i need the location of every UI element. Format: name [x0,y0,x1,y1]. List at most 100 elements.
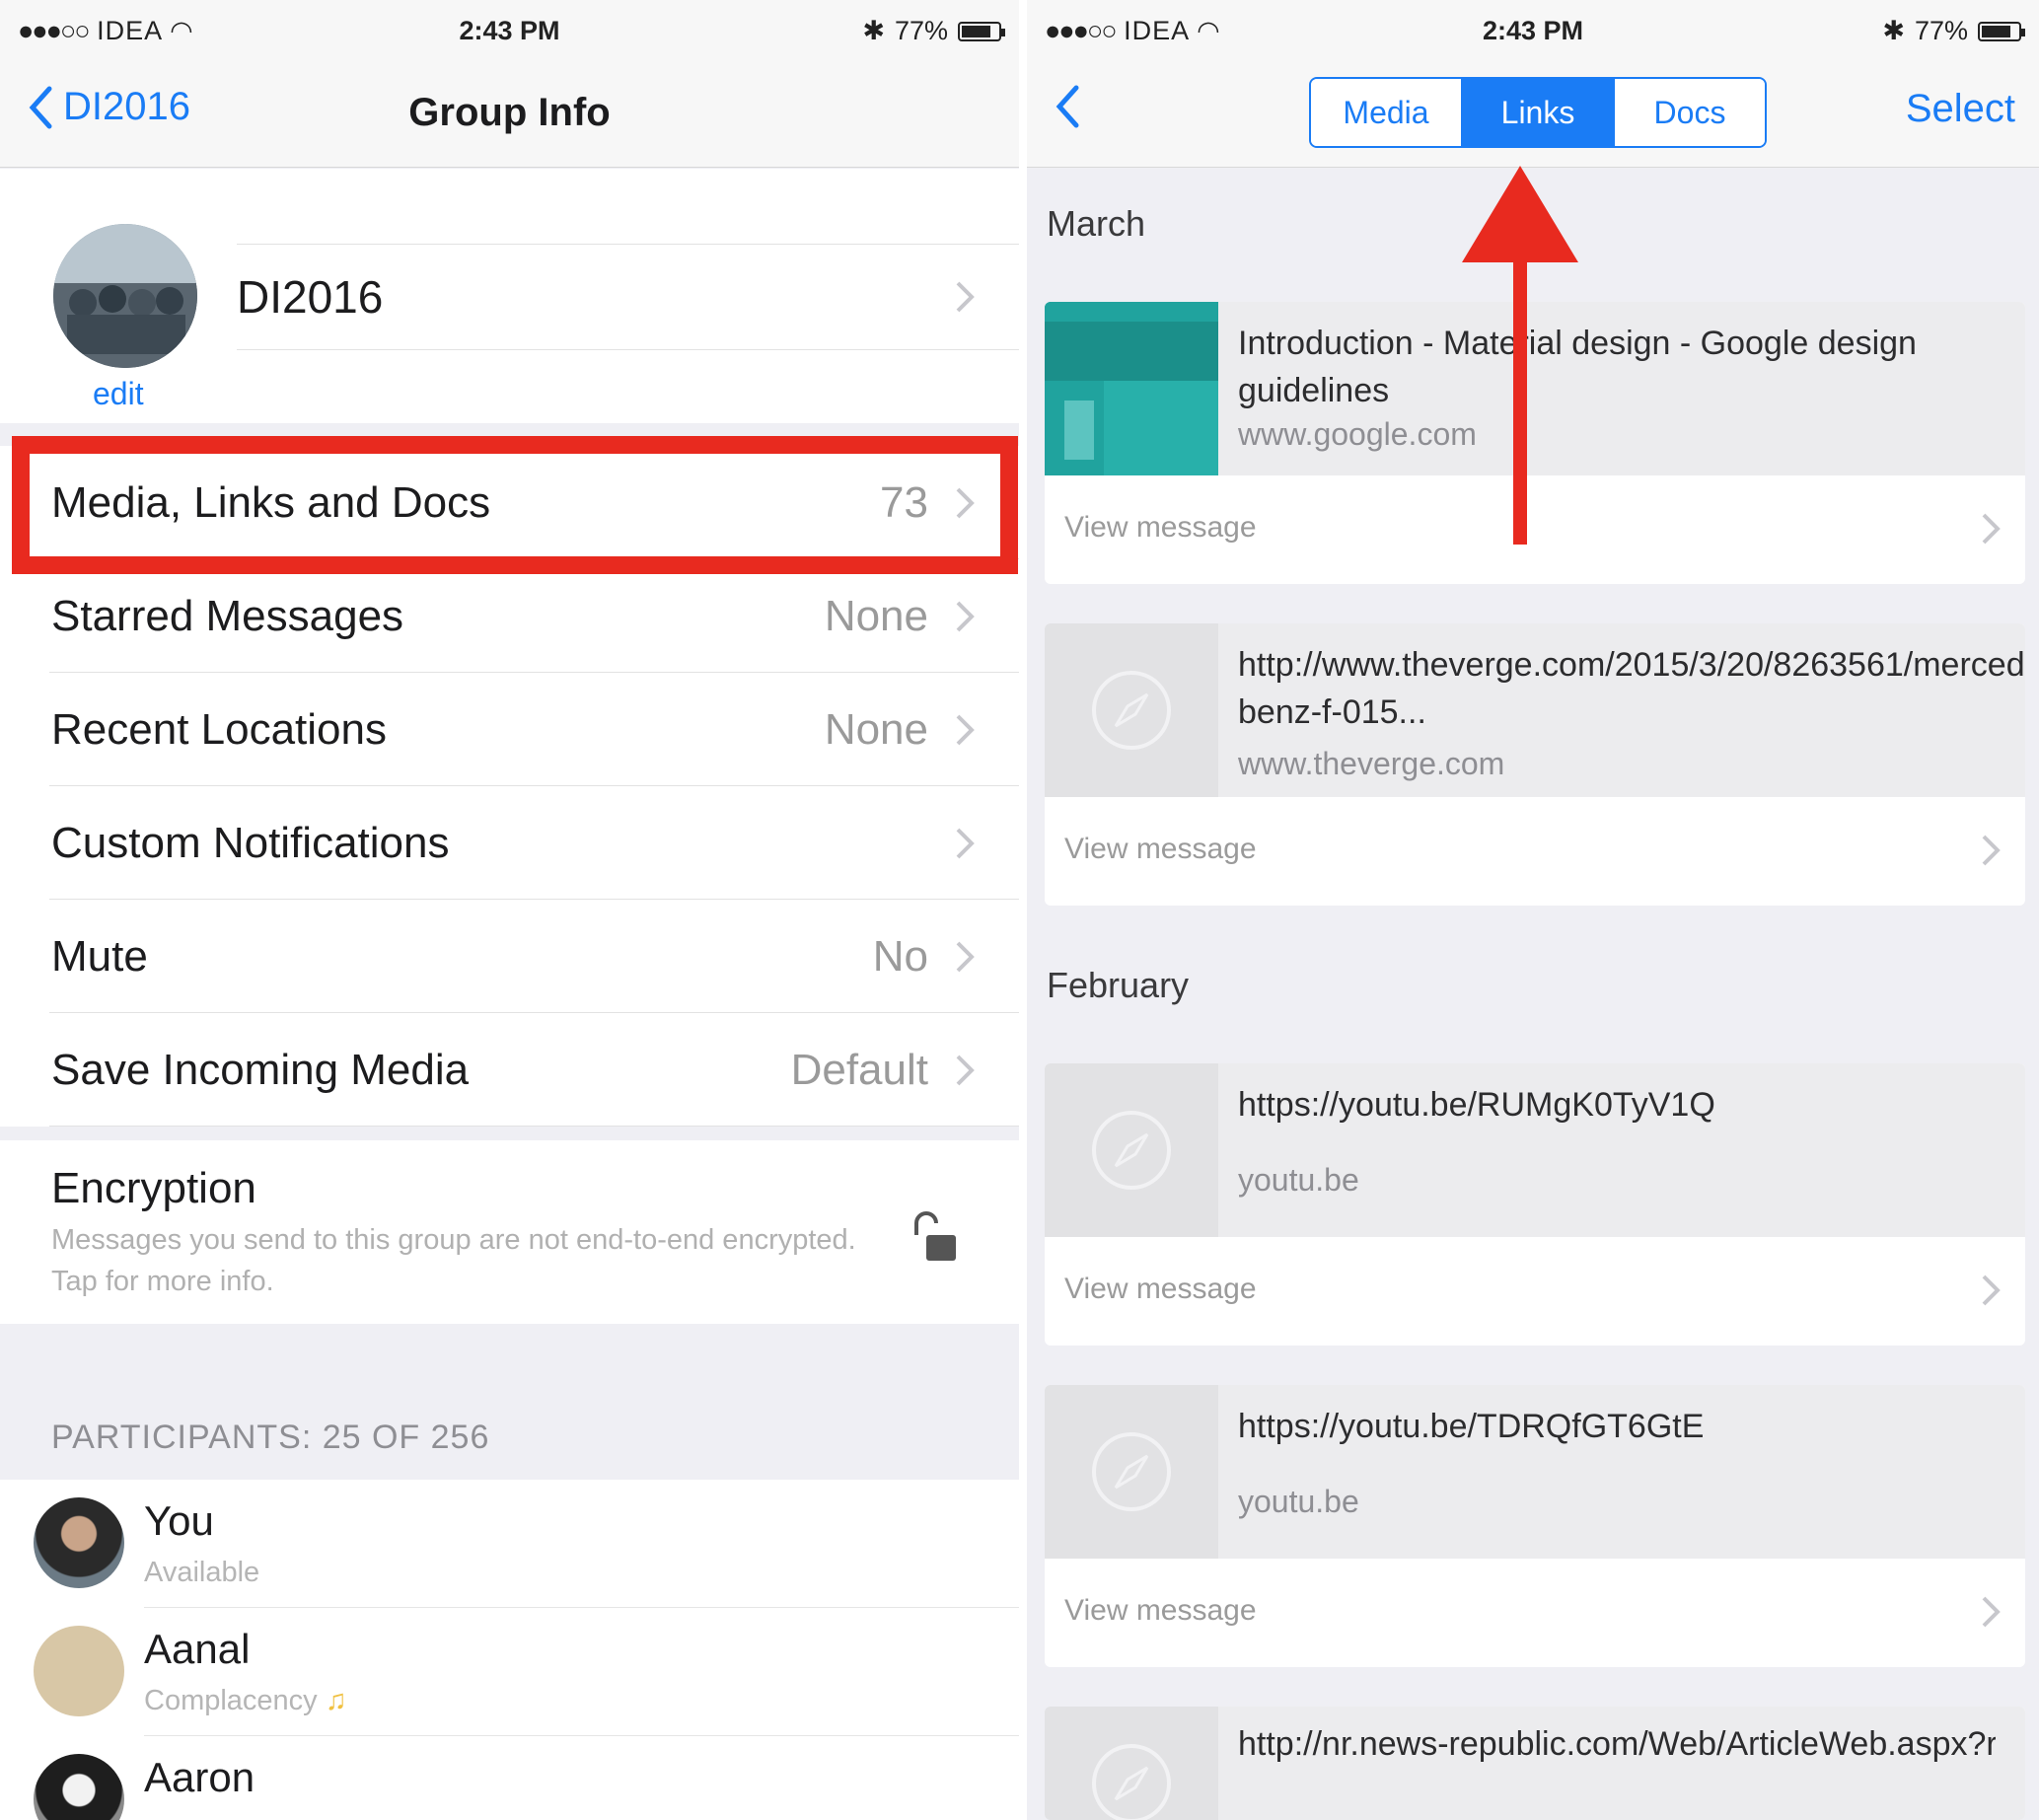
bluetooth-icon: ✱ [1882,16,1905,45]
participant-name: You [144,1497,214,1544]
page-title: Group Info [408,91,611,134]
link-thumbnail [1045,302,1218,475]
lock-open-icon [914,1211,956,1261]
view-message-link[interactable]: View message [1064,833,1257,866]
link-card[interactable]: http://nr.news-republic.com/Web/ArticleW… [1045,1707,2025,1820]
link-thumbnail [1045,1385,1218,1559]
emoji-icon: ♫ [325,1685,347,1716]
compass-icon [1092,671,1171,750]
chevron-right-icon [1982,1274,2001,1306]
nav-bar: DI2016 Group Info [0,63,1019,168]
row-label: Starred Messages [51,591,404,640]
participant-name: Aaron [144,1754,255,1800]
participants-header: PARTICIPANTS: 25 OF 256 [51,1419,490,1456]
group-profile: edit DI2016 [0,169,1019,423]
status-bar: ●●●○○ IDEA ◠ 2:43 PM ✱ 77% [1027,0,2039,63]
group-avatar[interactable] [53,224,197,368]
link-domain: youtu.be [1238,1484,1359,1519]
chevron-right-icon [956,601,975,631]
status-bar: ●●●○○ IDEA ◠ 2:43 PM ✱ 77% [0,0,1019,63]
link-preview[interactable]: http://www.theverge.com/2015/3/20/826356… [1045,623,2025,797]
link-card[interactable]: https://youtu.be/RUMgK0TyV1Q youtu.be Vi… [1045,1063,2025,1346]
nav-bar: Media Links Docs Select [1027,63,2039,168]
link-preview[interactable]: https://youtu.be/TDRQfGT6GtE youtu.be [1045,1385,2025,1559]
encryption-description: Messages you send to this group are not … [51,1224,856,1297]
link-title: https://youtu.be/TDRQfGT6GtE [1238,1408,1705,1445]
link-preview[interactable]: https://youtu.be/RUMgK0TyV1Q youtu.be [1045,1063,2025,1237]
link-domain: www.theverge.com [1238,746,1505,781]
bluetooth-icon: ✱ [862,16,885,45]
row-mute[interactable]: Mute No [0,900,1019,1013]
highlight-box [12,436,1018,574]
battery-percent: 77% [894,16,948,45]
participant-row[interactable]: Aanal Complacency ♫ [0,1608,1019,1736]
row-encryption[interactable]: Encryption Messages you send to this gro… [0,1140,1019,1324]
link-thumbnail [1045,1063,1218,1237]
row-label: Custom Notifications [51,818,450,867]
view-message-link[interactable]: View message [1064,1594,1257,1628]
row-value: Default [790,1045,928,1094]
status-right: ✱ 77% [862,16,1005,46]
link-title: http://nr.news-republic.com/Web/ArticleW… [1238,1725,1996,1763]
link-title: http://www.theverge.com/2015/3/20/826356… [1238,646,2025,731]
chevron-right-icon [956,281,975,313]
row-value: None [824,591,928,640]
chevron-right-icon [1982,513,2001,545]
avatar [34,1497,124,1588]
link-preview[interactable]: http://nr.news-republic.com/Web/ArticleW… [1045,1707,2025,1820]
tab-links[interactable]: Links [1463,79,1615,146]
back-button[interactable] [1055,85,1090,128]
tab-media[interactable]: Media [1311,79,1463,146]
chevron-right-icon [956,828,975,858]
links-screen: ●●●○○ IDEA ◠ 2:43 PM ✱ 77% Media Links D… [1027,0,2039,1820]
battery-icon [1978,21,2025,41]
group-photo [53,224,197,368]
row-label: Mute [51,931,148,981]
group-info-screen: ●●●○○ IDEA ◠ 2:43 PM ✱ 77% DI2016 Group … [0,0,1019,1820]
compass-icon [1092,1432,1171,1511]
chevron-right-icon [956,714,975,745]
avatar [34,1626,124,1716]
compass-icon [1092,1111,1171,1190]
select-button[interactable]: Select [1906,87,2015,131]
chevron-right-icon [956,1055,975,1085]
participant-status: Complacency ♫ [144,1685,347,1717]
chevron-right-icon [1982,835,2001,866]
battery-percent: 77% [1914,16,1968,45]
link-thumbnail [1045,623,1218,797]
view-message-link[interactable]: View message [1064,1273,1257,1306]
row-custom-notifications[interactable]: Custom Notifications [0,786,1019,900]
view-message-link[interactable]: View message [1064,511,1257,545]
back-chevron-icon [1056,85,1079,128]
group-name: DI2016 [237,271,384,323]
group-name-row[interactable]: DI2016 [237,244,1019,350]
status-right: ✱ 77% [1882,16,2025,46]
row-save-incoming-media[interactable]: Save Incoming Media Default [0,1013,1019,1127]
material-design-thumbnail [1045,302,1218,475]
link-title: https://youtu.be/RUMgK0TyV1Q [1238,1086,1715,1124]
row-value: None [824,704,928,754]
participant-status-text: Complacency [144,1685,318,1716]
participant-name: Aanal [144,1626,251,1672]
row-recent-locations[interactable]: Recent Locations None [0,673,1019,786]
participant-row[interactable]: You Available [0,1480,1019,1608]
row-label: Save Incoming Media [51,1045,470,1094]
link-card[interactable]: http://www.theverge.com/2015/3/20/826356… [1045,623,2025,906]
encryption-title: Encryption [51,1164,256,1212]
edit-avatar-link[interactable]: edit [93,376,144,412]
participant-row[interactable]: Aaron [0,1736,1019,1820]
red-arrow-icon [1462,166,1578,545]
link-card[interactable]: https://youtu.be/TDRQfGT6GtE youtu.be Vi… [1045,1385,2025,1667]
link-thumbnail [1045,1707,1218,1820]
compass-icon [1092,1743,1171,1820]
section-header-february: February [1047,965,1190,1005]
row-starred-messages[interactable]: Starred Messages None [0,559,1019,673]
row-value: No [872,931,928,981]
panel-divider [1019,0,1027,1820]
media-type-segmented-control: Media Links Docs [1309,77,1767,148]
tab-docs[interactable]: Docs [1615,79,1765,146]
row-label: Recent Locations [51,704,387,754]
battery-icon [958,21,1005,41]
link-domain: youtu.be [1238,1162,1359,1198]
chevron-right-icon [1982,1596,2001,1628]
